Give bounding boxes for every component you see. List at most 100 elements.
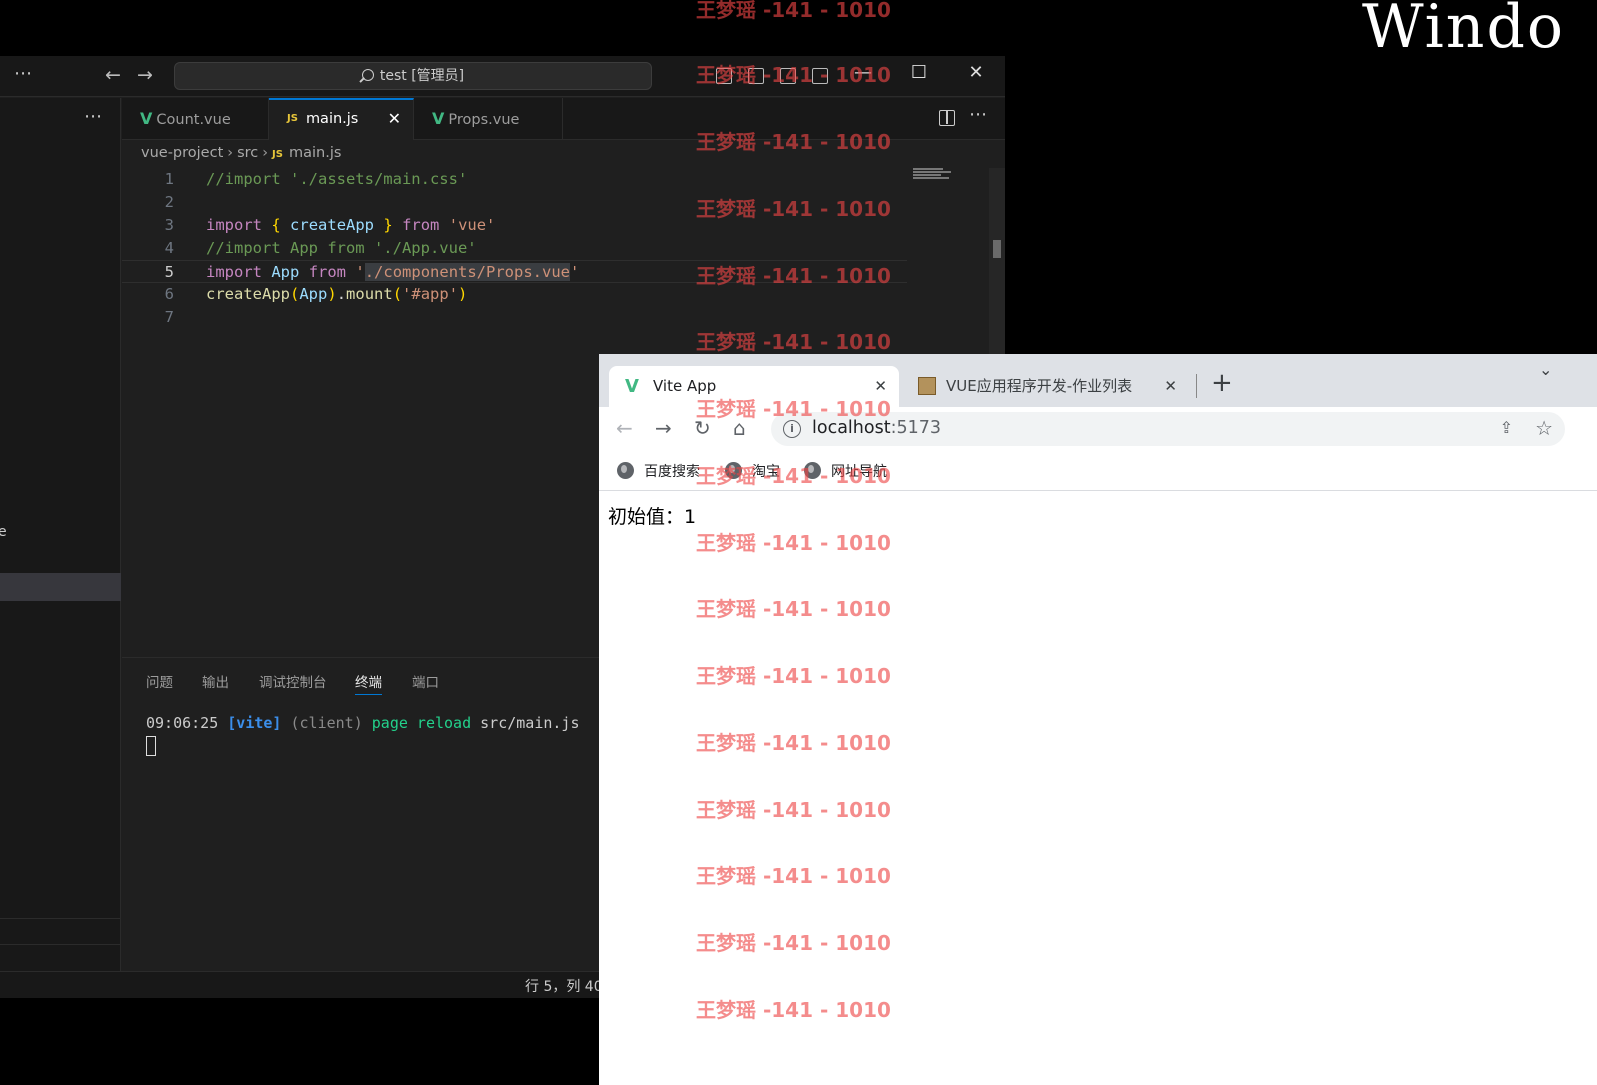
editor-tab-bar: V Count.vue JS main.js ✕ V Props.vue ⋯	[122, 98, 1005, 140]
address-url[interactable]: localhost:5173	[812, 418, 941, 438]
new-tab-plus-icon[interactable]: +	[1211, 368, 1233, 398]
tab-separator	[1196, 374, 1197, 398]
close-tab-icon[interactable]: ✕	[1164, 366, 1177, 407]
forward-arrow-icon[interactable]: →	[655, 416, 672, 440]
bookmark-star-icon[interactable]: ☆	[1535, 416, 1553, 440]
bookmark-label: 淘宝	[752, 464, 780, 480]
globe-icon	[725, 462, 742, 479]
sidebar-selected-item[interactable]	[0, 573, 121, 601]
terminal-client-tag: (client)	[290, 714, 363, 732]
desktop-window-title-fragment: Windo	[1362, 0, 1565, 62]
reload-icon[interactable]: ↻	[694, 416, 711, 440]
bookmark-nav[interactable]: 网址导航	[804, 461, 887, 481]
code-line[interactable]: 3 import { createApp } from 'vue'	[122, 214, 907, 237]
bookmark-label: 网址导航	[831, 464, 887, 480]
share-icon[interactable]: ⇪	[1500, 418, 1513, 437]
tab-label: Count.vue	[156, 112, 231, 128]
site-info-icon[interactable]: i	[783, 420, 801, 438]
minimize-icon[interactable]: —	[848, 62, 878, 83]
tab-label: Props.vue	[448, 112, 520, 128]
explorer-sidebar: ⋯ e	[0, 98, 121, 971]
terminal-vite-tag: [vite]	[227, 714, 282, 732]
home-icon[interactable]: ⌂	[733, 416, 746, 440]
code-line[interactable]: 4 //import App from './App.vue'	[122, 237, 907, 260]
code-brace: }	[383, 216, 393, 234]
line-number: 4	[164, 239, 174, 257]
maximize-icon[interactable]: ☐	[904, 62, 934, 83]
close-tab-icon[interactable]: ✕	[388, 100, 401, 138]
js-file-icon: JS	[287, 113, 298, 124]
code-paren: )	[327, 285, 337, 303]
tab-search-chevron-icon[interactable]: ⌄	[1539, 360, 1552, 379]
code-line[interactable]: 6 createApp(App).mount('#app')	[122, 283, 907, 306]
toggle-primary-sidebar-icon[interactable]	[716, 68, 732, 84]
tab-main-js[interactable]: JS main.js ✕	[269, 98, 414, 140]
code-line[interactable]: 1 //import './assets/main.css'	[122, 168, 907, 191]
globe-icon	[804, 462, 821, 479]
line-number: 2	[164, 193, 174, 211]
forward-arrow-icon[interactable]: →	[137, 64, 153, 86]
code-line[interactable]: 7	[122, 306, 907, 329]
browser-tab-title: VUE应用程序开发-作业列表	[946, 377, 1133, 395]
code-line[interactable]: 2	[122, 191, 907, 214]
tab-debug-console[interactable]: 调试控制台	[259, 671, 327, 691]
tab-ports[interactable]: 端口	[412, 671, 439, 691]
code-dot: .	[336, 285, 347, 303]
watermark: 王梦瑶 -141 - 1010	[696, 0, 891, 22]
browser-tab-vite-app[interactable]: V Vite App ✕	[609, 366, 899, 407]
terminal-message: page reload	[371, 714, 472, 732]
tab-count-vue[interactable]: V Count.vue	[122, 98, 269, 140]
line-number: 1	[164, 170, 174, 188]
close-window-icon[interactable]: ✕	[961, 62, 991, 83]
page-content: 初始值：1	[599, 492, 1597, 1085]
code-keyword: import	[206, 263, 262, 281]
breadcrumb-folder[interactable]: src	[237, 145, 258, 161]
toggle-secondary-sidebar-icon[interactable]	[780, 68, 796, 84]
bookmarks-bar: 百度搜索 淘宝 网址导航	[599, 451, 1597, 491]
editor-more-actions-icon[interactable]: ⋯	[969, 104, 987, 125]
terminal-file: src/main.js	[480, 714, 580, 732]
bookmark-label: 百度搜索	[644, 464, 700, 480]
tab-terminal[interactable]: 终端	[355, 671, 382, 695]
code-paren: )	[458, 285, 468, 303]
split-editor-icon[interactable]	[939, 110, 955, 126]
site-favicon-icon	[918, 377, 936, 395]
more-icon[interactable]: ⋯	[14, 63, 32, 84]
terminal-cursor	[146, 736, 156, 756]
browser-tab-homework[interactable]: VUE应用程序开发-作业列表 ✕	[904, 366, 1189, 407]
command-center-label: test [管理员]	[379, 68, 465, 84]
bookmark-baidu[interactable]: 百度搜索	[617, 461, 700, 481]
tab-output[interactable]: 输出	[202, 671, 229, 691]
close-tab-icon[interactable]: ✕	[874, 366, 887, 407]
search-icon	[361, 69, 374, 81]
command-center-search[interactable]: test [管理员]	[174, 62, 652, 90]
sidebar-more-icon[interactable]: ⋯	[84, 106, 102, 127]
desktop: Windo ⋯ ← → test [管理员] — ☐ ✕ ⋯ e V Count…	[0, 0, 1597, 1085]
toggle-panel-icon[interactable]	[748, 68, 764, 84]
code-string-selected: ./components/Props.vue	[364, 263, 571, 281]
breadcrumb-file[interactable]: main.js	[289, 145, 341, 161]
scrollbar-thumb[interactable]	[993, 240, 1001, 258]
tab-props-vue[interactable]: V Props.vue	[414, 98, 563, 140]
cursor-position[interactable]: 行 5，列 40	[525, 976, 603, 996]
line-number: 6	[164, 285, 174, 303]
browser-toolbar: ← → ↻ ⌂ i localhost:5173 ⇪ ☆	[599, 407, 1597, 451]
code-brace: {	[271, 216, 281, 234]
sidebar-divider	[0, 918, 121, 919]
minimap[interactable]	[913, 168, 953, 179]
customize-layout-icon[interactable]	[812, 68, 828, 84]
code-line-current[interactable]: 5 import App from './components/Props.vue…	[122, 260, 907, 283]
back-arrow-icon[interactable]: ←	[105, 64, 121, 86]
bookmark-taobao[interactable]: 淘宝	[725, 461, 780, 481]
line-number: 7	[164, 308, 174, 326]
tab-problems[interactable]: 问题	[146, 671, 173, 691]
sidebar-truncated-item[interactable]: e	[0, 524, 7, 540]
globe-icon	[617, 462, 634, 479]
vue-file-icon: V	[432, 109, 445, 128]
code-keyword: from	[308, 263, 347, 281]
back-arrow-icon[interactable]: ←	[616, 416, 633, 440]
address-bar[interactable]: i localhost:5173 ⇪ ☆	[771, 412, 1565, 446]
terminal-output[interactable]: 09:06:25 [vite] (client) page reload src…	[146, 714, 580, 732]
vue-file-icon: V	[140, 109, 153, 128]
breadcrumb-root[interactable]: vue-project	[141, 145, 223, 161]
